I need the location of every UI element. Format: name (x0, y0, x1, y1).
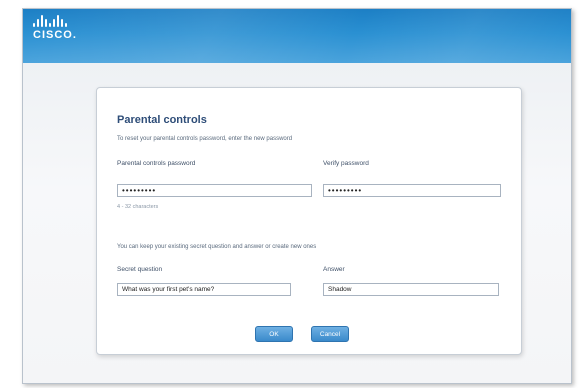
cancel-button[interactable]: Cancel (311, 326, 349, 342)
secret-question-label: Secret question (117, 266, 163, 273)
password-label: Parental controls password (117, 160, 196, 167)
dialog-title: Parental controls (117, 114, 207, 126)
dialog-intro-text: To reset your parental controls password… (117, 136, 293, 142)
verify-password-input[interactable]: ••••••••• (323, 184, 501, 197)
ok-button[interactable]: OK (255, 326, 293, 342)
parental-controls-dialog: Parental controls To reset your parental… (96, 87, 522, 355)
answer-input[interactable]: Shadow (323, 283, 499, 296)
secret-question-intro: You can keep your existing secret questi… (117, 244, 317, 250)
app-window: CISCO. Parental controls To reset your p… (22, 8, 572, 384)
answer-label: Answer (323, 266, 345, 273)
password-input[interactable]: ••••••••• (117, 184, 312, 197)
cisco-logo: CISCO. (33, 15, 77, 41)
secret-question-input[interactable]: What was your first pet's name? (117, 283, 291, 296)
cisco-logo-text: CISCO. (33, 29, 77, 41)
header-banner: CISCO. (23, 9, 571, 63)
cisco-logo-bars-icon (33, 15, 77, 27)
password-hint: 4 - 32 characters (117, 204, 159, 210)
verify-password-label: Verify password (323, 160, 369, 167)
